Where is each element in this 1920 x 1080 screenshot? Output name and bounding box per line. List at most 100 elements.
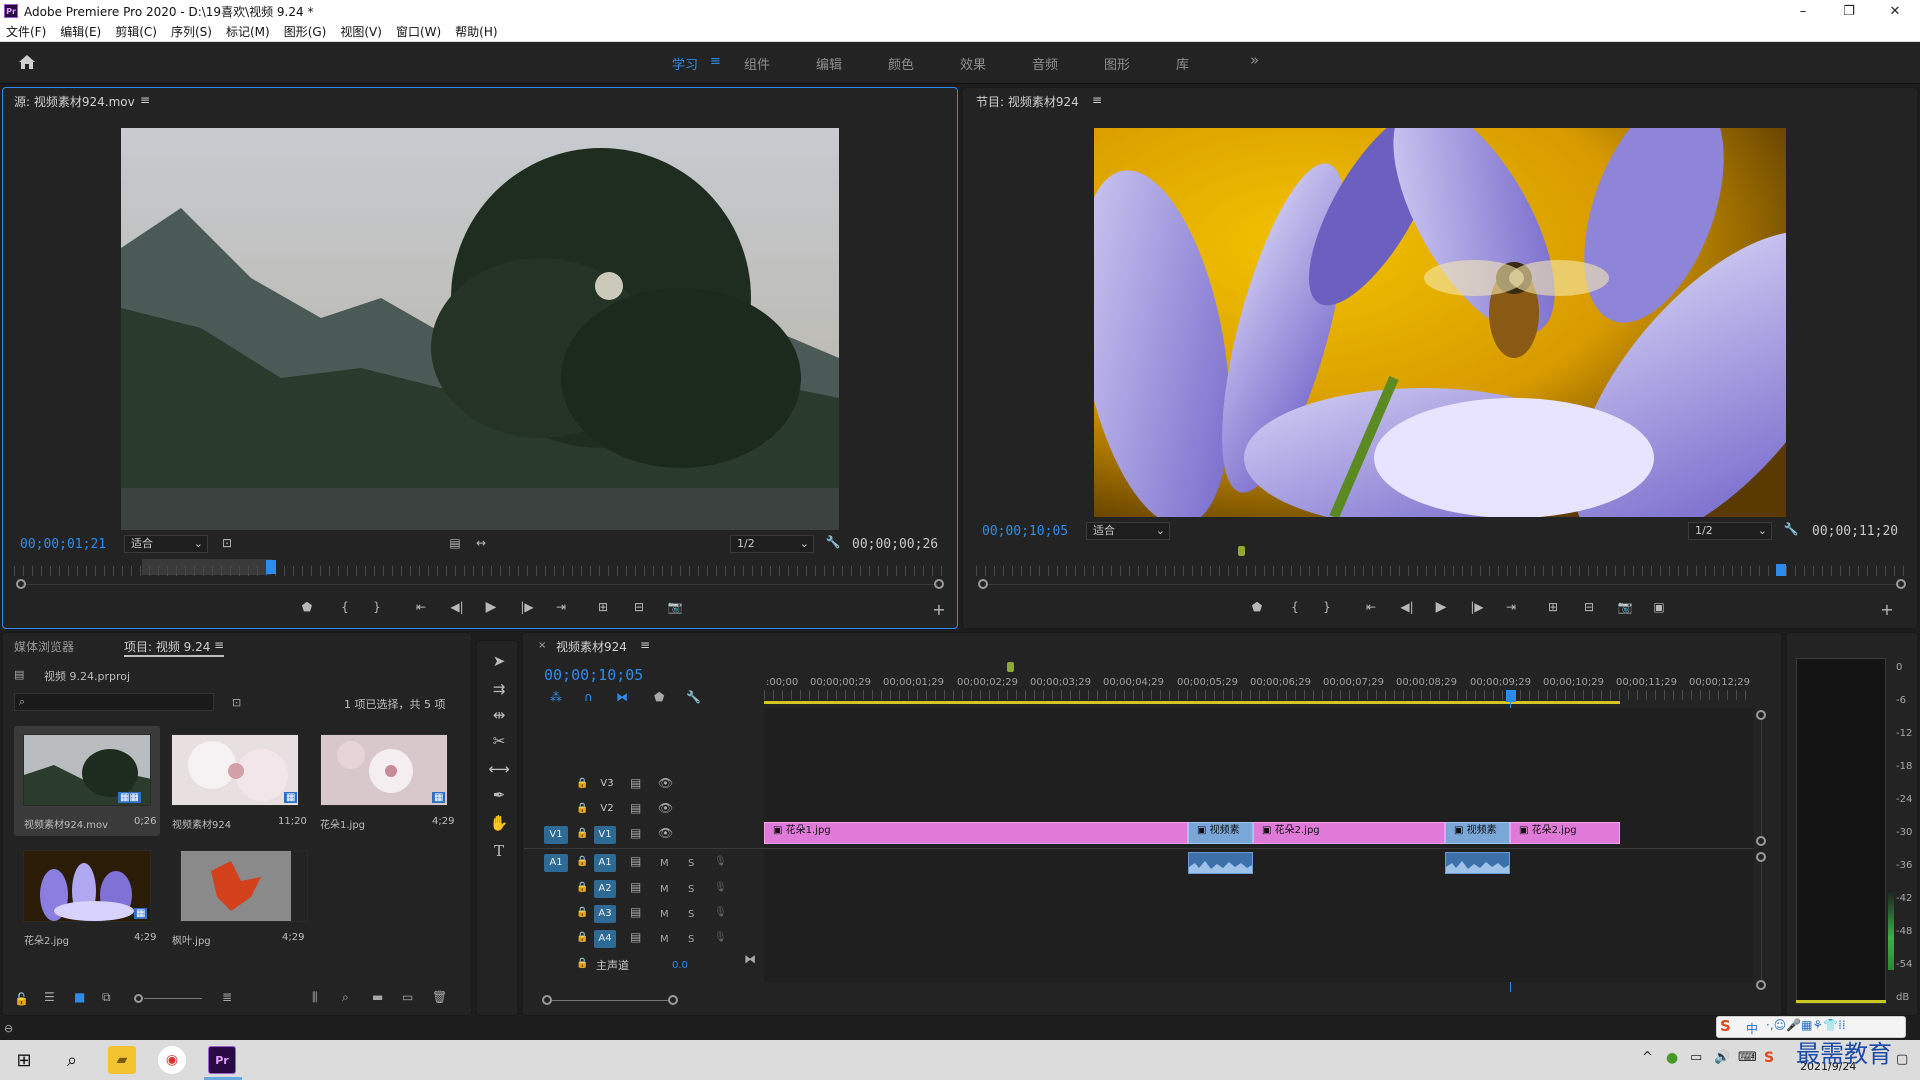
chrome-icon[interactable]: ◉	[158, 1046, 186, 1074]
sequence-marker[interactable]	[1007, 662, 1014, 672]
voiceover-icon[interactable]: 🎙	[714, 907, 727, 918]
voiceover-icon[interactable]: 🎙	[714, 856, 727, 867]
extract-icon[interactable]: ⊟	[1580, 600, 1598, 614]
play-icon[interactable]: ▶	[482, 599, 500, 615]
program-zoom-handle-left[interactable]	[978, 579, 988, 589]
list-view-icon[interactable]: ☰	[44, 990, 55, 1004]
type-tool-icon[interactable]: T	[484, 842, 514, 864]
eye-icon[interactable]: 👁	[658, 826, 673, 840]
sync-lock-icon[interactable]: ▤	[630, 854, 641, 868]
timeline-timecode[interactable]: 00;00;10;05	[544, 666, 643, 684]
item-name[interactable]: 花朵2.jpg	[24, 932, 69, 947]
audio-zoom-bar[interactable]	[1761, 862, 1762, 980]
razor-tool-icon[interactable]: ✂	[484, 732, 514, 754]
mute-button[interactable]: M	[660, 884, 669, 895]
step-back-icon[interactable]: ◀|	[448, 600, 466, 614]
notification-icon[interactable]: ▢	[1896, 1052, 1908, 1067]
clip-flower-2-b[interactable]: ▣ 花朵2.jpg	[1510, 822, 1620, 844]
timeline-ruler[interactable]	[764, 690, 1754, 700]
go-to-in-icon[interactable]: ⇤	[412, 600, 430, 614]
video-zoom-handle-top[interactable]	[1756, 710, 1766, 720]
item-name[interactable]: 枫叶.jpg	[172, 932, 211, 947]
lock-icon[interactable]: 🔒	[576, 856, 588, 867]
workspace-tab-effects[interactable]: 效果	[960, 54, 986, 73]
workspace-tab-learn[interactable]: 学习	[672, 54, 698, 73]
source-playhead-timecode[interactable]: 00;00;01;21	[20, 537, 106, 552]
sync-lock-icon[interactable]: ▤	[630, 826, 641, 840]
eye-icon[interactable]: 👁	[658, 801, 673, 815]
workspace-tab-assembly[interactable]: 组件	[744, 54, 770, 73]
item-name[interactable]: 视频素材924.mov	[24, 816, 108, 831]
panel-menu-icon[interactable]: ≡	[214, 638, 224, 652]
panel-menu-icon[interactable]: ≡	[140, 93, 150, 107]
audio-zoom-handle-bottom[interactable]	[1756, 980, 1766, 990]
comparison-view-icon[interactable]: ▣	[1650, 600, 1668, 614]
source-playhead[interactable]	[266, 560, 276, 574]
track-area[interactable]	[764, 708, 1754, 982]
lock-icon[interactable]: 🔒	[576, 932, 588, 943]
close-sequence-icon[interactable]: ×	[538, 640, 546, 651]
lock-icon[interactable]: 🔒	[576, 803, 588, 814]
mark-in-icon[interactable]: {	[336, 600, 354, 614]
overwrite-icon[interactable]: ⊟	[630, 600, 648, 614]
timeline-playhead-handle[interactable]	[1506, 690, 1516, 702]
premiere-taskbar-icon[interactable]: Pr	[208, 1046, 236, 1074]
program-resolution-dropdown[interactable]: 1/2 ⌄	[1688, 522, 1772, 540]
project-search-input[interactable]: ⌕	[14, 693, 214, 711]
video-zoom-handle-bottom[interactable]	[1756, 836, 1766, 846]
export-frame-icon[interactable]: 📷	[1616, 600, 1634, 614]
source-resolution-dropdown[interactable]: 1/2 ⌄	[730, 535, 814, 553]
drag-audio-icon[interactable]: ↔	[472, 536, 490, 550]
menu-clip[interactable]: 剪辑(C)	[115, 23, 157, 40]
selection-tool-icon[interactable]: ➤	[484, 652, 514, 674]
minimize-button[interactable]: –	[1780, 0, 1826, 22]
insert-icon[interactable]: ⊞	[594, 600, 612, 614]
tab-media-browser[interactable]: 媒体浏览器	[14, 638, 74, 655]
clip-flower-1[interactable]: ▣ 花朵1.jpg	[764, 822, 1188, 844]
wrench-icon[interactable]: 🔧	[1782, 522, 1800, 536]
thumb-sequence-924[interactable]	[171, 734, 299, 806]
track-select-tool-icon[interactable]: ⇉	[484, 680, 514, 702]
ripple-edit-tool-icon[interactable]: ⇹	[484, 706, 514, 728]
track-target-a3[interactable]: A3	[594, 905, 616, 923]
lock-icon[interactable]: 🔒	[576, 907, 588, 918]
program-zoom-bar[interactable]	[984, 584, 1900, 585]
add-marker-icon[interactable]: ⬟	[298, 600, 316, 614]
volume-icon[interactable]: 🔊	[1714, 1050, 1730, 1065]
menu-help[interactable]: 帮助(H)	[455, 23, 497, 40]
menu-sequence[interactable]: 序列(S)	[171, 23, 212, 40]
timeline-zoom-bar[interactable]	[552, 1000, 668, 1001]
clip-video-924-b[interactable]: ▣ 视频素	[1445, 822, 1510, 844]
mark-in-icon[interactable]: {	[1286, 600, 1304, 614]
windows-start-icon[interactable]: ⊞	[10, 1046, 38, 1074]
mute-button[interactable]: M	[660, 934, 669, 945]
program-monitor-title[interactable]: 节目: 视频素材924	[976, 93, 1079, 110]
menu-graphics[interactable]: 图形(G)	[284, 23, 327, 40]
track-target-a4[interactable]: A4	[594, 930, 616, 948]
lock-icon[interactable]: 🔓	[14, 992, 29, 1006]
play-icon[interactable]: ▶	[1432, 599, 1450, 615]
sequence-marker[interactable]	[1238, 546, 1245, 556]
insert-overwrite-icon[interactable]: ⊡	[218, 536, 236, 550]
wrench-icon[interactable]: 🔧	[824, 535, 842, 549]
source-zoom-handle-left[interactable]	[16, 579, 26, 589]
menu-window[interactable]: 窗口(W)	[396, 23, 441, 40]
mark-out-icon[interactable]: }	[368, 600, 386, 614]
sync-lock-icon[interactable]: ▤	[630, 801, 641, 815]
lock-icon[interactable]: 🔒	[576, 828, 588, 839]
workspace-tab-color[interactable]: 颜色	[888, 54, 914, 73]
program-fit-dropdown[interactable]: 适合 ⌄	[1086, 522, 1170, 540]
icon-view-icon[interactable]: ■	[74, 990, 85, 1004]
pen-tool-icon[interactable]: ✒	[484, 786, 514, 808]
sync-lock-icon[interactable]: ▤	[630, 930, 641, 944]
export-frame-icon[interactable]: 📷	[666, 600, 684, 614]
work-area-bar[interactable]	[764, 701, 1620, 704]
item-name[interactable]: 视频素材924	[172, 816, 231, 831]
workspace-tab-editing[interactable]: 编辑	[816, 54, 842, 73]
workspace-tab-libraries[interactable]: 库	[1176, 54, 1189, 73]
automate-to-sequence-icon[interactable]: ⫼	[312, 990, 318, 1005]
program-playhead-timecode[interactable]: 00;00;10;05	[982, 524, 1068, 539]
voiceover-icon[interactable]: 🎙	[714, 882, 727, 893]
solo-button[interactable]: S	[688, 909, 694, 920]
solo-button[interactable]: S	[688, 884, 694, 895]
